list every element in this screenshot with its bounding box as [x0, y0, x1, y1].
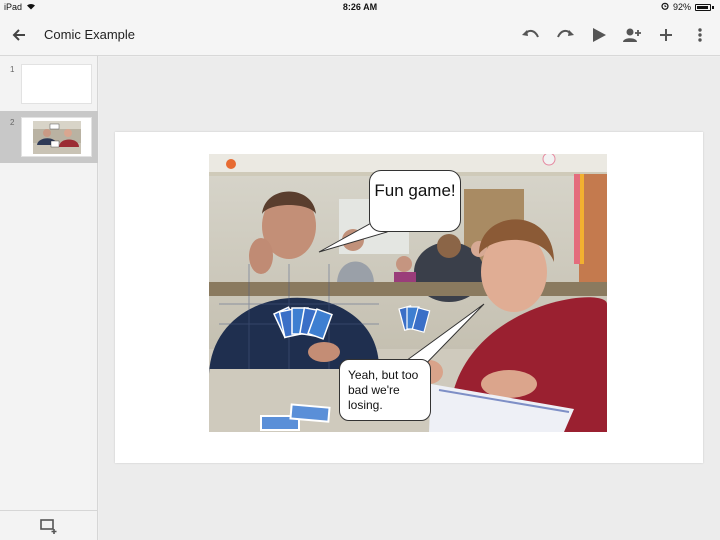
redo-button[interactable]: [554, 24, 576, 46]
back-button[interactable]: [8, 24, 30, 46]
slide-sidebar: 1 2: [0, 56, 98, 540]
app-toolbar: Comic Example: [0, 14, 720, 56]
slide-preview: [21, 117, 92, 157]
slide-thumbnail-2[interactable]: 2: [0, 111, 98, 163]
document-title[interactable]: Comic Example: [44, 27, 135, 42]
undo-button[interactable]: [520, 24, 542, 46]
battery-icon: [695, 3, 711, 11]
add-slide-button[interactable]: [38, 516, 60, 536]
insert-button[interactable]: [655, 24, 677, 46]
status-bar: iPad 8:26 AM 92%: [0, 0, 720, 14]
present-button[interactable]: [588, 24, 610, 46]
add-person-icon: [623, 28, 641, 42]
slide-preview: [21, 64, 92, 104]
slide-thumbnail-1[interactable]: 1: [0, 58, 98, 110]
slide-number: 2: [10, 118, 15, 127]
battery-percent: 92%: [672, 2, 691, 12]
slide-preview-image: [33, 121, 81, 154]
add-slide-icon: [40, 519, 57, 534]
undo-icon: [522, 29, 539, 38]
clock: 8:26 AM: [342, 2, 378, 12]
insert-plus-icon: [660, 29, 672, 41]
alarm-icon: [661, 2, 669, 12]
share-button[interactable]: [621, 24, 643, 46]
comic-photo[interactable]: Fun game! Yeah, but too bad we're losing…: [209, 154, 607, 432]
present-play-icon: [593, 28, 606, 42]
redo-icon: [557, 29, 574, 38]
back-arrow-icon: [12, 29, 25, 41]
more-options-button[interactable]: [689, 24, 711, 46]
slide[interactable]: Fun game! Yeah, but too bad we're losing…: [115, 132, 703, 463]
slide-number: 1: [10, 65, 15, 74]
slide-canvas: Fun game! Yeah, but too bad we're losing…: [99, 57, 720, 540]
speech-bubble-top[interactable]: Fun game!: [369, 170, 461, 232]
speech-bubble-bottom[interactable]: Yeah, but too bad we're losing.: [339, 359, 431, 421]
sidebar-footer: [0, 510, 98, 540]
more-vert-icon: [698, 28, 702, 42]
